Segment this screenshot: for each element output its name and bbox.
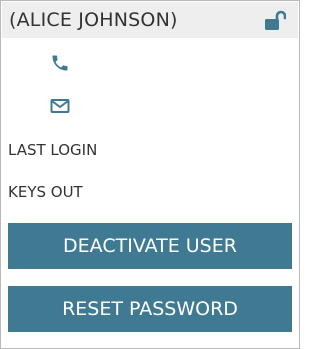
last-login-label: LAST LOGIN bbox=[8, 141, 98, 159]
unlock-icon[interactable] bbox=[264, 10, 287, 30]
reset-password-button[interactable]: RESET PASSWORD bbox=[8, 286, 292, 332]
keys-out-label: KEYS OUT bbox=[8, 183, 83, 201]
user-card-header: (ALICE JOHNSON) bbox=[2, 2, 298, 38]
user-card: (ALICE JOHNSON) LAST LOGIN KEYS OUT DEAC… bbox=[0, 0, 300, 349]
phone-icon[interactable] bbox=[50, 53, 70, 73]
mail-icon[interactable] bbox=[50, 96, 70, 116]
deactivate-user-button[interactable]: DEACTIVATE USER bbox=[8, 223, 292, 269]
user-name: (ALICE JOHNSON) bbox=[9, 9, 178, 31]
